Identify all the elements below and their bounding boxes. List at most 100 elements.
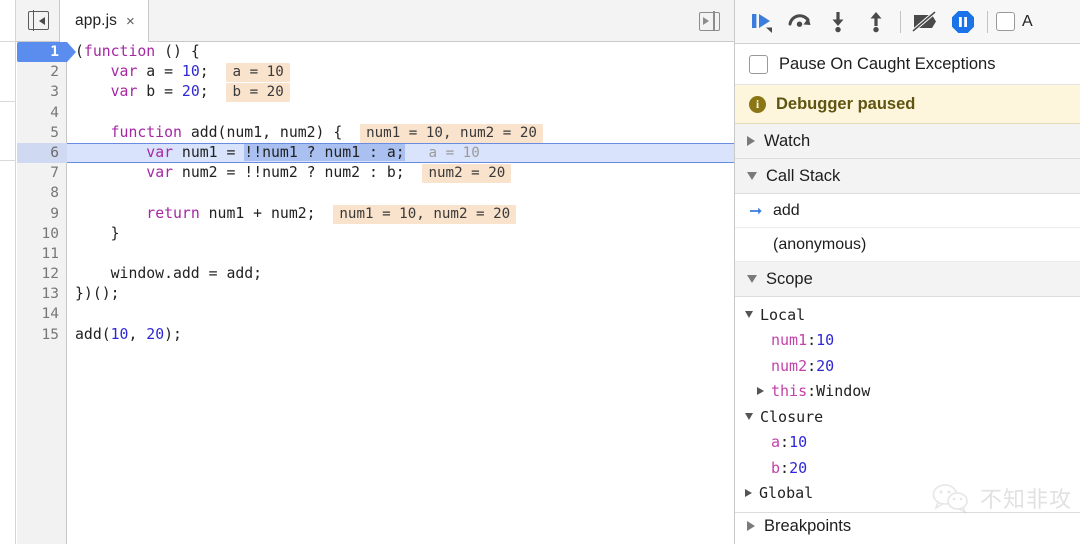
scope-value: 10 <box>816 331 835 350</box>
current-frame-arrow-icon: ➞ <box>749 202 763 220</box>
inline-value-hint: num1 = 10, num2 = 20 <box>360 123 543 143</box>
line-content: var num2 = !!num2 ? num2 : b; num2 = 20 <box>67 163 734 184</box>
scope-group-global[interactable]: Global <box>735 481 1080 507</box>
code-line-5[interactable]: 5 function add(num1, num2) { num1 = 10, … <box>17 123 734 143</box>
section-scope[interactable]: Scope <box>735 262 1080 297</box>
deactivate-breakpoints-icon <box>911 10 937 32</box>
line-number: 11 <box>41 245 59 262</box>
code-line-3[interactable]: 3 var b = 20; b = 20 <box>17 82 734 103</box>
line-number: 9 <box>50 205 59 222</box>
scope-group-local[interactable]: Local <box>735 302 1080 328</box>
line-number: 6 <box>17 142 67 164</box>
scope-entry-num2[interactable]: num2: 20 <box>735 353 1080 379</box>
code-line-6-paused[interactable]: 6 var num1 = !!num1 ? num1 : a; a = 10 <box>17 142 734 164</box>
code-line-11[interactable]: 11 <box>17 244 734 264</box>
code-lines: 1 (function () { 2 var a = 10; a = 10 3 … <box>17 42 734 544</box>
section-call-stack[interactable]: Call Stack <box>735 159 1080 194</box>
line-content: window.add = add; <box>75 265 263 283</box>
line-number: 14 <box>41 306 59 323</box>
scope-entry-this[interactable]: this: Window <box>735 379 1080 405</box>
sources-editor-pane: app.js × 1 (function () { 2 var a = 10; … <box>0 0 735 544</box>
section-breakpoints[interactable]: Breakpoints <box>735 513 1080 539</box>
chevron-down-icon <box>747 172 757 180</box>
scope-group-label: Closure <box>760 407 824 426</box>
line-content: add(10, 20); <box>75 325 182 343</box>
line-content: function add(num1, num2) { num1 = 10, nu… <box>67 123 734 143</box>
step-into-icon <box>832 11 844 32</box>
async-checkbox[interactable] <box>996 12 1015 31</box>
code-line-14[interactable]: 14 <box>17 304 734 324</box>
collapse-navigator-button[interactable] <box>17 0 59 41</box>
scope-group-closure[interactable]: Closure <box>735 404 1080 430</box>
close-icon[interactable]: × <box>126 14 135 29</box>
scope-entry-a[interactable]: a: 10 <box>735 430 1080 456</box>
pause-on-exceptions-icon <box>952 10 974 33</box>
debugger-paused-text: Debugger paused <box>776 94 916 113</box>
chevron-down-icon <box>745 413 753 421</box>
chevron-down-icon <box>747 275 757 283</box>
line-content: var b = 20; b = 20 <box>67 82 734 103</box>
debugger-toolbar: A <box>735 0 1080 44</box>
code-line-2[interactable]: 2 var a = 10; a = 10 <box>17 62 734 83</box>
deactivate-breakpoints-button[interactable] <box>906 2 944 42</box>
pause-on-exceptions-button[interactable] <box>944 2 982 42</box>
code-line-10[interactable]: 10 } <box>17 224 734 244</box>
scope-key: num1 <box>771 331 808 350</box>
async-stacks-toggle[interactable]: A <box>993 12 1033 31</box>
pause-on-caught-exceptions-label: Pause On Caught Exceptions <box>779 54 996 73</box>
step-into-button[interactable] <box>819 2 857 42</box>
call-stack-frame-add[interactable]: ➞ add <box>735 194 1080 228</box>
chevron-right-icon[interactable] <box>757 387 764 396</box>
chevron-right-icon <box>745 489 752 498</box>
line-number: 3 <box>50 84 59 101</box>
code-line-12[interactable]: 12 window.add = add; <box>17 264 734 284</box>
scope-value: Window <box>816 382 871 401</box>
scope-entry-b[interactable]: b: 20 <box>735 455 1080 481</box>
toolbar-divider <box>900 10 901 33</box>
line-number: 8 <box>50 185 59 202</box>
line-number: 1 <box>17 42 76 63</box>
inline-value-hint: a = 10 <box>226 63 290 83</box>
code-line-13[interactable]: 13 })(); <box>17 284 734 304</box>
selected-expression: !!num1 ? num1 : a; <box>244 143 405 161</box>
section-watch-label: Watch <box>764 131 811 150</box>
line-number: 12 <box>41 266 59 283</box>
code-line-1[interactable]: 1 (function () { <box>17 42 734 63</box>
line-number: 7 <box>50 165 59 182</box>
scope-key: num2 <box>771 356 808 375</box>
step-out-button[interactable] <box>857 2 895 42</box>
step-over-button[interactable] <box>781 2 819 42</box>
line-number: 5 <box>50 124 59 141</box>
scope-group-label: Local <box>760 305 806 324</box>
scope-key: a <box>771 433 781 452</box>
chevron-down-icon <box>745 311 753 319</box>
code-line-8[interactable]: 8 <box>17 183 734 203</box>
scope-entry-num1[interactable]: num1: 10 <box>735 328 1080 354</box>
editor-tab-app-js[interactable]: app.js × <box>59 0 149 42</box>
line-content: return num1 + num2; num1 = 10, num2 = 20 <box>67 204 734 224</box>
devtools-window: app.js × 1 (function () { 2 var a = 10; … <box>0 0 1080 544</box>
code-line-9[interactable]: 9 return num1 + num2; num1 = 10, num2 = … <box>17 204 734 224</box>
inline-value-hint: num1 = 10, num2 = 20 <box>333 204 517 224</box>
pause-on-caught-exceptions-row[interactable]: Pause On Caught Exceptions <box>735 44 1080 85</box>
info-icon: i <box>749 95 766 113</box>
resume-script-execution-button[interactable] <box>743 2 781 42</box>
inline-value-hint: num2 = 20 <box>422 164 512 184</box>
code-line-4[interactable]: 4 <box>17 103 734 123</box>
code-line-7[interactable]: 7 var num2 = !!num2 ? num2 : b; num2 = 2… <box>17 163 734 184</box>
section-watch[interactable]: Watch <box>735 124 1080 159</box>
code-line-15[interactable]: 15 add(10, 20); <box>17 325 734 345</box>
code-editor[interactable]: 1 (function () { 2 var a = 10; a = 10 3 … <box>0 42 734 544</box>
inline-value-hint: b = 20 <box>226 83 290 103</box>
call-stack-frame-anonymous[interactable]: (anonymous) <box>735 228 1080 262</box>
line-content: var num1 = !!num1 ? num1 : a; a = 10 <box>67 143 734 163</box>
section-breakpoints-label: Breakpoints <box>764 516 852 535</box>
line-content: (function () { <box>75 43 200 60</box>
scope-value: 20 <box>816 356 835 375</box>
expand-panel-button[interactable] <box>692 0 726 42</box>
chevron-right-icon <box>747 521 755 531</box>
pause-on-caught-exceptions-checkbox[interactable] <box>749 54 768 74</box>
call-stack-frame-label: add <box>773 201 800 219</box>
chevron-right-icon <box>747 136 755 146</box>
line-number: 4 <box>50 104 59 121</box>
